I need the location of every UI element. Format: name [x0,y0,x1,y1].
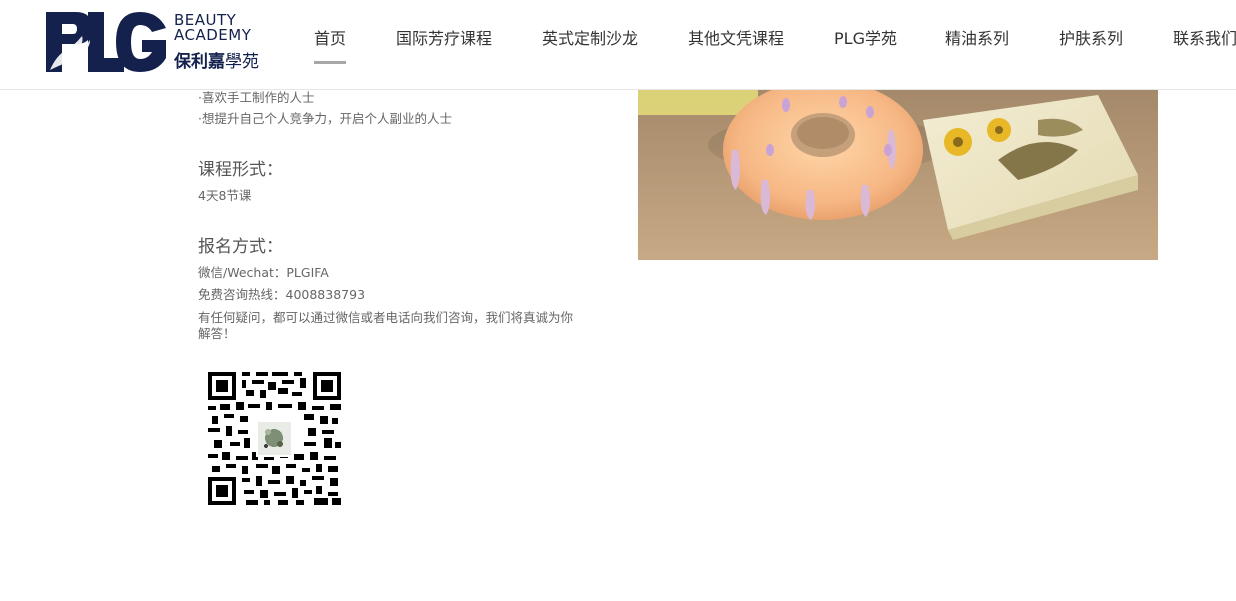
site-header: BEAUTY ACADEMY 保利嘉學苑 首页 国际芳疗课程 英式定制沙龙 其他… [0,0,1236,90]
logo-cn-bold: 保利嘉 [174,52,225,72]
nav-other-diploma-courses[interactable]: 其他文凭课程 [688,25,784,65]
contact-note: 有任何疑问，都可以通过微信或者电话向我们咨询，我们将真诚为你解答！ [198,310,574,341]
signup-heading: 报名方式： [198,237,283,257]
hotline-text: 免费咨询热线：4008838793 [198,287,366,302]
logo-english-text: BEAUTY ACADEMY [174,13,274,43]
main-content: ·喜欢手工制作的人士 ·想提升自己个人竞争力，开启个人副业的人士 课程形式： 4… [0,90,1236,601]
logo[interactable]: BEAUTY ACADEMY 保利嘉學苑 [46,12,268,74]
nav-home[interactable]: 首页 [314,25,347,65]
wechat-text: 微信/Wechat：PLGIFA [198,265,329,280]
nav-aromatherapy-courses[interactable]: 国际芳疗课程 [396,25,492,65]
wechat-qr-code [208,372,341,505]
plg-logo-mark [46,12,166,72]
logo-en-line2: ACADEMY [174,26,252,44]
nav-contact-us[interactable]: 联系我们 [1173,25,1236,65]
audience-item: ·喜欢手工制作的人士 [198,90,315,105]
format-value: 4天8节课 [198,188,252,203]
logo-cn-rest: 學苑 [225,52,259,72]
nav-english-salon[interactable]: 英式定制沙龙 [542,25,638,65]
audience-item: ·想提升自己个人竞争力，开启个人副业的人士 [198,111,452,126]
nav-skincare[interactable]: 护肤系列 [1059,25,1123,65]
logo-chinese-text: 保利嘉學苑 [174,47,259,72]
soap-product-photo [638,90,1158,260]
nav-plg-academy[interactable]: PLG学苑 [834,25,897,65]
format-heading: 课程形式： [198,160,283,180]
nav-essential-oils[interactable]: 精油系列 [945,25,1009,65]
